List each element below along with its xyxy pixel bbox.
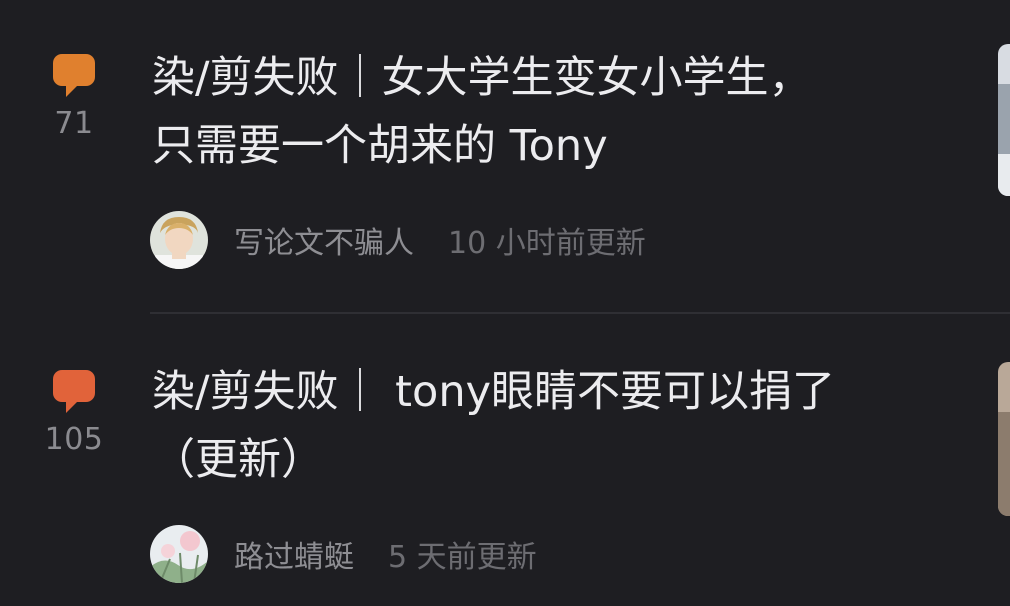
avatar[interactable] [150, 525, 208, 583]
update-time: 5 天前更新 [388, 540, 537, 575]
comment-indicator: 71 [44, 54, 104, 141]
post-title[interactable]: 染/剪失败｜ tony眼睛不要可以捐了 （更新） [152, 358, 952, 494]
post-title-line: （更新） [152, 435, 324, 485]
post-item[interactable]: 71 染/剪失败｜女大学生变女小学生， 只需要一个胡来的 Tony 写论文不骗人… [0, 0, 1010, 312]
author-name[interactable]: 写论文不骗人 [234, 218, 414, 262]
avatar[interactable] [150, 211, 208, 269]
post-meta: 路过蜻蜓 5 天前更新 [150, 524, 537, 584]
post-title-line: 染/剪失败｜女大学生变女小学生， [152, 53, 812, 103]
post-thumbnail[interactable] [998, 362, 1010, 516]
post-thumbnail[interactable] [998, 44, 1010, 196]
author-name[interactable]: 路过蜻蜓 [234, 532, 354, 576]
comment-indicator: 105 [44, 370, 104, 457]
comment-bubble-icon [53, 54, 95, 97]
post-title[interactable]: 染/剪失败｜女大学生变女小学生， 只需要一个胡来的 Tony [152, 44, 952, 180]
post-title-line: 只需要一个胡来的 Tony [152, 121, 608, 171]
comment-bubble-icon [53, 370, 95, 413]
update-time: 10 小时前更新 [448, 226, 646, 261]
post-item[interactable]: 105 染/剪失败｜ tony眼睛不要可以捐了 （更新） 路过蜻蜓 5 天前更新 [0, 314, 1010, 606]
post-title-line: 染/剪失败｜ tony眼睛不要可以捐了 [152, 367, 836, 417]
comment-count: 71 [54, 106, 94, 141]
comment-count: 105 [44, 422, 104, 457]
post-meta: 写论文不骗人 10 小时前更新 [150, 210, 646, 270]
